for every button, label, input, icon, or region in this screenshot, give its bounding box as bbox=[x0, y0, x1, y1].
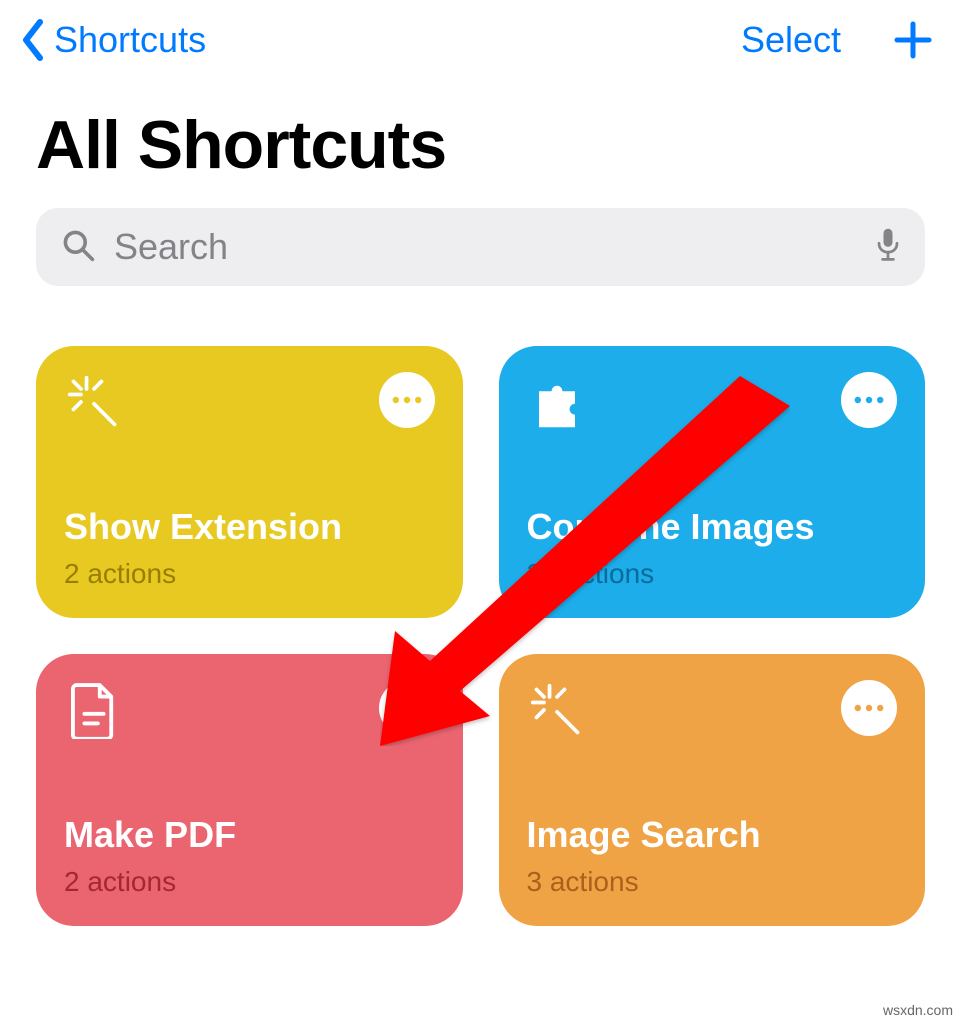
search-icon bbox=[60, 227, 96, 268]
back-label: Shortcuts bbox=[54, 19, 206, 61]
card-title: Image Search bbox=[527, 814, 898, 856]
card-title: Make PDF bbox=[64, 814, 435, 856]
card-subtitle: 2 actions bbox=[64, 558, 435, 590]
more-button[interactable] bbox=[379, 372, 435, 428]
chevron-left-icon bbox=[20, 18, 46, 62]
microphone-icon[interactable] bbox=[875, 227, 901, 268]
more-button[interactable] bbox=[841, 680, 897, 736]
ellipsis-icon bbox=[391, 394, 423, 406]
card-text: Show Extension 2 actions bbox=[64, 506, 435, 590]
card-text: Make PDF 2 actions bbox=[64, 814, 435, 898]
watermark: wsxdn.com bbox=[883, 1002, 953, 1018]
card-title: Show Extension bbox=[64, 506, 435, 548]
select-button[interactable]: Select bbox=[741, 19, 841, 61]
ellipsis-icon bbox=[391, 702, 423, 714]
wand-icon bbox=[527, 680, 587, 740]
shortcuts-grid: Show Extension 2 actions Combine Images … bbox=[0, 286, 961, 926]
back-button[interactable]: Shortcuts bbox=[20, 18, 206, 62]
shortcut-card-show-extension[interactable]: Show Extension 2 actions bbox=[36, 346, 463, 618]
plus-icon bbox=[891, 18, 935, 62]
nav-bar: Shortcuts Select bbox=[0, 0, 961, 70]
page-title: All Shortcuts bbox=[0, 70, 961, 200]
card-title: Combine Images bbox=[527, 506, 898, 548]
more-button[interactable] bbox=[841, 372, 897, 428]
card-text: Image Search 3 actions bbox=[527, 814, 898, 898]
card-subtitle: 20 actions bbox=[527, 558, 898, 590]
ellipsis-icon bbox=[853, 394, 885, 406]
shortcut-card-make-pdf[interactable]: Make PDF 2 actions bbox=[36, 654, 463, 926]
add-button[interactable] bbox=[891, 18, 935, 62]
shortcut-card-combine-images[interactable]: Combine Images 20 actions bbox=[499, 346, 926, 618]
search-input[interactable]: Search bbox=[36, 208, 925, 286]
ellipsis-icon bbox=[853, 702, 885, 714]
card-subtitle: 3 actions bbox=[527, 866, 898, 898]
search-placeholder: Search bbox=[114, 226, 857, 268]
document-icon bbox=[64, 680, 124, 740]
wand-icon bbox=[64, 372, 124, 432]
more-button[interactable] bbox=[379, 680, 435, 736]
puzzle-icon bbox=[527, 372, 587, 432]
card-subtitle: 2 actions bbox=[64, 866, 435, 898]
nav-actions: Select bbox=[741, 18, 935, 62]
shortcut-card-image-search[interactable]: Image Search 3 actions bbox=[499, 654, 926, 926]
card-text: Combine Images 20 actions bbox=[527, 506, 898, 590]
